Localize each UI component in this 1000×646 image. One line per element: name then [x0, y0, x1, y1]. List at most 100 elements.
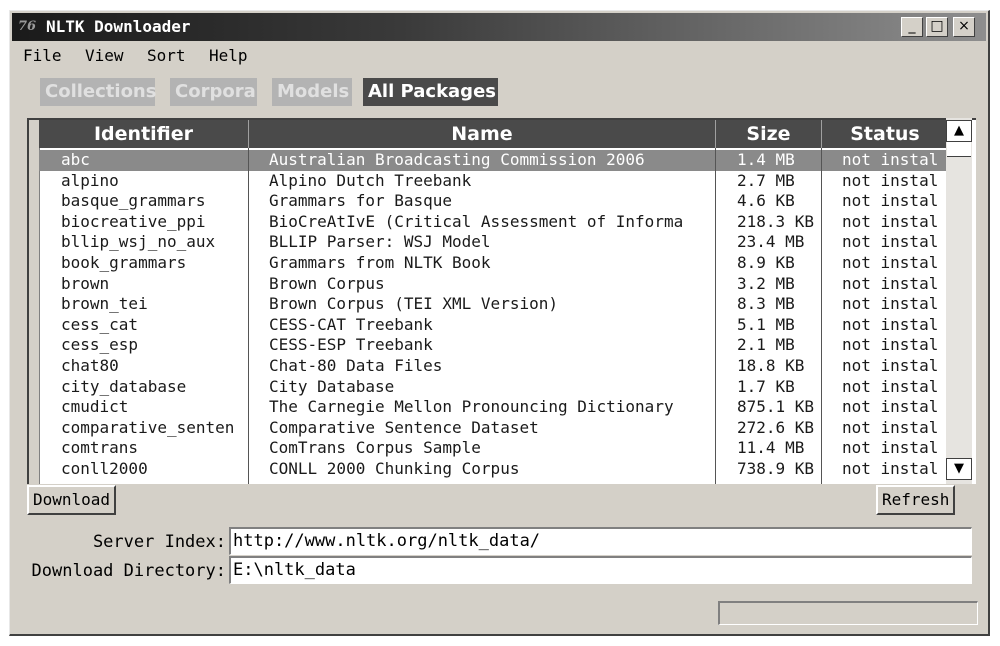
cell-name: ComTrans Corpus Sample — [269, 438, 481, 458]
cell-name: Brown Corpus (TEI XML Version) — [269, 294, 558, 314]
progress-bar — [718, 601, 978, 625]
refresh-button[interactable]: Refresh — [876, 485, 956, 515]
cell-size: 18.8 KB — [737, 356, 805, 375]
scroll-up-button[interactable]: ▲ — [946, 120, 972, 142]
vertical-scrollbar[interactable]: ▲ ▼ — [946, 118, 972, 484]
cell-status: not instal — [842, 170, 939, 190]
cell-name: Chat-80 Data Files — [269, 356, 443, 375]
cell-size: 272.6 KB — [737, 417, 815, 437]
cell-status: not instal — [842, 232, 939, 252]
server-index-label: Server Index: — [92, 532, 226, 552]
cell-name: BioCreAtIvE (Critical Assessment of Info… — [269, 211, 684, 231]
cell-identifier: abc — [61, 150, 90, 169]
column-header-identifier[interactable]: Identifier — [39, 120, 249, 148]
column-header-status[interactable]: Status — [822, 120, 949, 148]
cell-size: 23.4 MB — [737, 232, 805, 252]
cell-name: Comparative Sentence Dataset — [269, 417, 539, 437]
server-index-field[interactable]: http://www.nltk.org/nltk_data/ — [229, 527, 972, 555]
cell-size: 4.6 KB — [737, 191, 795, 211]
cell-status: not instal — [842, 273, 939, 293]
app-icon: 76 — [18, 19, 37, 34]
cell-status: not instal — [842, 314, 939, 334]
cell-status: not instal — [842, 417, 939, 437]
scroll-thumb[interactable] — [947, 142, 971, 157]
cell-status: not instal — [842, 211, 939, 231]
cell-size: 2.1 MB — [737, 335, 795, 355]
cell-size: 1.4 MB — [737, 150, 795, 169]
cell-identifier: biocreative_ppi — [61, 211, 206, 231]
cell-name: CONLL 2000 Chunking Corpus — [269, 459, 520, 478]
cell-size: 8.3 MB — [737, 294, 795, 314]
cell-name: BLLIP Parser: WSJ Model — [269, 232, 491, 252]
cell-identifier: chat80 — [61, 356, 119, 375]
cell-identifier: cess_cat — [61, 314, 139, 334]
cell-identifier: comtrans — [61, 438, 139, 458]
cell-name: Grammars from NLTK Book — [269, 253, 491, 272]
cell-size: 1.7 KB — [737, 376, 795, 396]
cell-status: not instal — [842, 356, 939, 375]
download-directory-label: Download Directory: — [31, 561, 226, 581]
cell-size: 5.1 MB — [737, 314, 795, 334]
cell-name: The Carnegie Mellon Pronouncing Dictiona… — [269, 397, 674, 417]
window-title: NLTK Downloader — [46, 17, 191, 36]
cell-name: Grammars for Basque — [269, 191, 453, 211]
maximize-button[interactable]: □ — [926, 17, 948, 37]
cell-status: not instal — [842, 191, 939, 211]
cell-status: not instal — [842, 253, 939, 272]
download-button[interactable]: Download — [27, 485, 117, 515]
cell-name: Australian Broadcasting Commission 2006 — [269, 150, 645, 169]
cell-name: CESS-ESP Treebank — [269, 335, 433, 355]
cell-identifier: book_grammars — [61, 253, 187, 272]
menu-bar: File View Sort Help — [12, 44, 986, 68]
cell-status: not instal — [842, 294, 939, 314]
cell-identifier: brown — [61, 273, 110, 293]
cell-name: Brown Corpus — [269, 273, 385, 293]
column-header-name[interactable]: Name — [249, 120, 716, 148]
close-button[interactable]: × — [953, 17, 975, 37]
cell-name: CESS-CAT Treebank — [269, 314, 433, 334]
column-divider — [248, 148, 249, 484]
menu-sort[interactable]: Sort — [147, 47, 186, 65]
download-directory-field[interactable]: E:\nltk_data — [229, 556, 972, 584]
cell-identifier: bllip_wsj_no_aux — [61, 232, 216, 252]
cell-size: 3.2 MB — [737, 273, 795, 293]
arrow-up-icon: ▲ — [954, 123, 964, 138]
cell-status: not instal — [842, 397, 939, 417]
cell-name: Alpino Dutch Treebank — [269, 170, 472, 190]
cell-name: City Database — [269, 376, 395, 396]
tab-collections[interactable]: Collections — [40, 78, 156, 106]
cell-size: 11.4 MB — [737, 438, 805, 458]
cell-size: 875.1 KB — [737, 397, 815, 417]
column-header-size[interactable]: Size — [716, 120, 822, 148]
packages-table[interactable]: Identifier Name Size Status abc Australia… — [27, 118, 976, 484]
minimize-button[interactable]: _ — [901, 17, 923, 37]
cell-identifier: brown_tei — [61, 294, 148, 314]
column-divider — [821, 148, 822, 484]
tab-all-packages[interactable]: All Packages — [363, 78, 498, 106]
tab-models[interactable]: Models — [272, 78, 352, 106]
cell-status: not instal — [842, 335, 939, 355]
cell-identifier: comparative_senten — [61, 417, 235, 437]
cell-size: 2.7 MB — [737, 170, 795, 190]
cell-identifier: basque_grammars — [61, 191, 206, 211]
arrow-down-icon: ▼ — [954, 461, 964, 476]
tab-corpora[interactable]: Corpora — [170, 78, 257, 106]
cell-status: not instal — [842, 376, 939, 396]
cell-size: 738.9 KB — [737, 459, 815, 478]
scroll-down-button[interactable]: ▼ — [946, 458, 972, 480]
cell-identifier: alpino — [61, 170, 119, 190]
cell-identifier: cess_esp — [61, 335, 139, 355]
menu-help[interactable]: Help — [209, 47, 248, 65]
cell-status: not instal — [842, 150, 939, 169]
cell-status: not instal — [842, 438, 939, 458]
column-divider — [715, 148, 716, 484]
cell-identifier: cmudict — [61, 397, 129, 417]
cell-size: 218.3 KB — [737, 211, 815, 231]
menu-file[interactable]: File — [23, 47, 62, 65]
cell-status: not instal — [842, 459, 939, 478]
cell-size: 8.9 KB — [737, 253, 795, 272]
title-bar[interactable]: 76 NLTK Downloader _ □ × — [12, 13, 986, 41]
menu-view[interactable]: View — [85, 47, 124, 65]
cell-identifier: city_database — [61, 376, 187, 396]
cell-identifier: conll2000 — [61, 459, 148, 478]
